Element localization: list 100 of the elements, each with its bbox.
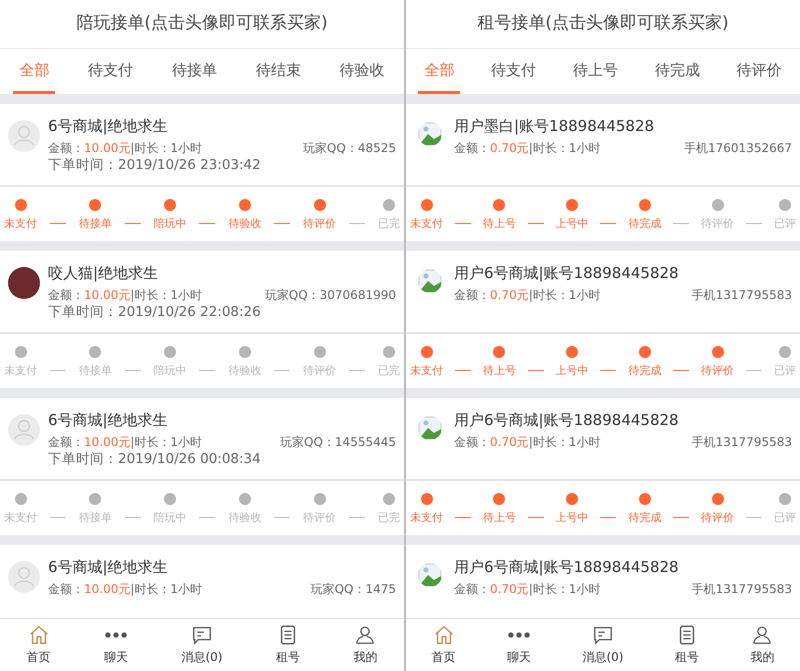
- contact-text: 手机17601352667: [684, 140, 792, 157]
- amount-label: 金额：: [48, 141, 84, 155]
- nav-item[interactable]: 消息(0): [578, 619, 628, 671]
- status-label: 待上号: [482, 511, 516, 525]
- status-label: 待接单: [78, 217, 112, 231]
- status-label: 待评价: [303, 364, 336, 378]
- contact-text: 玩家QQ：1475: [310, 581, 396, 598]
- amount-label: 金额：: [454, 288, 490, 302]
- status-label: 已完: [378, 364, 400, 378]
- status-label: 待评价: [303, 511, 336, 525]
- status-label: 未支付: [4, 217, 37, 231]
- order-title: 用户6号商城|账号18898445828: [454, 263, 680, 283]
- page-title: 陪玩接单(点击头像即可联系买家): [75, 12, 329, 36]
- status-label: 已完: [378, 511, 400, 525]
- status-label: 上号中: [556, 217, 589, 231]
- status-label: 待评价: [701, 364, 734, 378]
- amount-value: 0.70元: [490, 141, 529, 155]
- status-label: 待完成: [628, 217, 662, 231]
- duration-text: |时长：1小时: [130, 435, 202, 449]
- tab[interactable]: 待完成: [648, 49, 706, 94]
- contact-text: 手机1317795583: [692, 434, 792, 451]
- nav-item[interactable]: 我的: [349, 619, 382, 671]
- amount-value: 0.70元: [490, 582, 529, 596]
- nav-item[interactable]: 聊天: [503, 619, 536, 671]
- duration-text: |时长：1小时: [528, 435, 600, 449]
- status-label: 上号中: [556, 364, 589, 378]
- contact-text: 手机1317795583: [692, 581, 792, 598]
- status-label: 待完成: [628, 364, 662, 378]
- status-label: 待接单: [78, 364, 112, 378]
- duration-text: |时长：1小时: [130, 582, 202, 596]
- tab[interactable]: 待接单: [166, 49, 223, 94]
- tab[interactable]: 待结束: [250, 49, 307, 94]
- tab[interactable]: 待支付: [485, 49, 542, 94]
- status-label: 未支付: [410, 364, 443, 378]
- nav-item[interactable]: 租号: [272, 619, 304, 671]
- nav-item[interactable]: 首页: [428, 619, 460, 671]
- amount-value: 10.00元: [84, 582, 130, 596]
- order-title: 用户6号商城|账号18898445828: [454, 410, 680, 430]
- order-title: 用户墨白|账号18898445828: [454, 116, 656, 136]
- status-label: 已评: [774, 364, 796, 378]
- nav-item[interactable]: 首页: [22, 619, 55, 671]
- order-time: 下单时间：2019/10/26 22:08:26: [48, 304, 262, 320]
- avatar-placeholder-icon: [8, 561, 40, 593]
- status-label: 已完: [378, 217, 400, 231]
- contact-text: 玩家QQ：48525: [302, 140, 396, 157]
- status-label: 待验收: [228, 217, 262, 231]
- broken-image-icon: [418, 563, 442, 587]
- page-title: 租号接单(点击头像即可联系买家): [476, 12, 730, 36]
- broken-image-icon: [418, 416, 442, 440]
- order-time: 下单时间：2019/10/26 00:08:34: [48, 451, 262, 467]
- status-label: 待完成: [628, 511, 662, 525]
- status-label: 陪玩中: [154, 511, 187, 525]
- amount-label: 金额：: [48, 435, 84, 449]
- tab[interactable]: 待验收: [334, 49, 391, 94]
- amount-label: 金额：: [454, 582, 490, 596]
- status-label: 待验收: [228, 364, 262, 378]
- broken-image-icon: [418, 269, 442, 293]
- duration-text: |时长：1小时: [528, 141, 600, 155]
- amount-label: 金额：: [48, 582, 84, 596]
- amount-value: 10.00元: [84, 288, 130, 302]
- amount-value: 0.70元: [490, 435, 529, 449]
- status-label: 陪玩中: [154, 364, 187, 378]
- avatar-photo-placeholder[interactable]: [8, 267, 40, 299]
- duration-text: |时长：1小时: [130, 288, 202, 302]
- status-label: 未支付: [410, 511, 443, 525]
- nav-item[interactable]: 我的: [746, 619, 778, 671]
- nav-item[interactable]: 消息(0): [177, 619, 226, 671]
- nav-item[interactable]: 租号: [670, 619, 703, 671]
- tab[interactable]: 待上号: [566, 49, 624, 94]
- amount-label: 金额：: [48, 288, 84, 302]
- status-label: 已评: [774, 217, 796, 231]
- order-title: 6号商城|绝地求生: [48, 557, 169, 577]
- duration-text: |时长：1小时: [528, 288, 600, 302]
- avatar-placeholder-icon: [8, 414, 40, 446]
- status-label: 待上号: [482, 364, 516, 378]
- status-label: 待评价: [701, 217, 734, 231]
- duration-text: |时长：1小时: [130, 141, 202, 155]
- broken-image-icon: [418, 122, 442, 146]
- status-label: 待接单: [78, 511, 112, 525]
- status-label: 陪玩中: [154, 217, 187, 231]
- status-label: 未支付: [410, 217, 443, 231]
- tab[interactable]: 待评价: [730, 49, 788, 94]
- order-title: 6号商城|绝地求生: [48, 116, 169, 136]
- contact-text: 玩家QQ：14555445: [280, 434, 396, 451]
- nav-item[interactable]: 聊天: [100, 619, 132, 671]
- amount-value: 10.00元: [84, 435, 130, 449]
- contact-text: 玩家QQ：3070681990: [264, 287, 396, 304]
- order-title: 用户6号商城|账号18898445828: [454, 557, 680, 577]
- amount-value: 0.70元: [490, 288, 529, 302]
- avatar-placeholder-icon: [8, 120, 40, 152]
- status-label: 已评: [774, 511, 796, 525]
- amount-value: 10.00元: [84, 141, 130, 155]
- tab[interactable]: 待支付: [82, 49, 140, 94]
- status-label: 未支付: [4, 364, 37, 378]
- amount-label: 金额：: [454, 141, 490, 155]
- order-title: 咬人猫|绝地求生: [48, 263, 160, 283]
- status-label: 待评价: [701, 511, 734, 525]
- status-label: 待上号: [482, 217, 516, 231]
- amount-label: 金额：: [454, 435, 490, 449]
- status-label: 待验收: [228, 511, 262, 525]
